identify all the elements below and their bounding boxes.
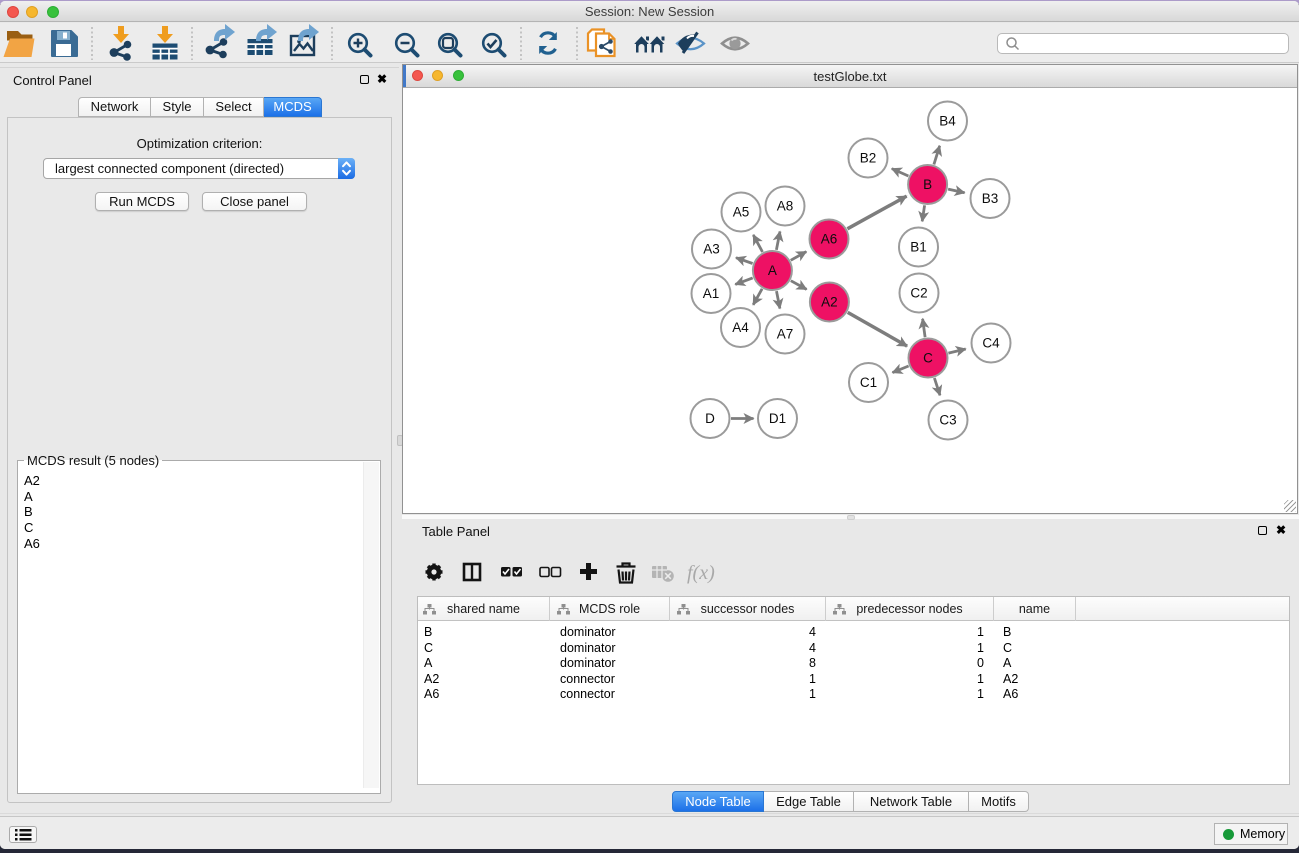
svg-text:C4: C4: [982, 336, 1000, 351]
svg-text:D1: D1: [769, 411, 786, 426]
svg-text:C3: C3: [939, 413, 956, 428]
svg-text:A3: A3: [703, 242, 720, 257]
svg-text:A1: A1: [703, 286, 720, 301]
svg-text:B: B: [923, 177, 932, 192]
svg-text:B1: B1: [910, 240, 927, 255]
svg-text:f(x): f(x): [687, 562, 715, 584]
svg-text:A6: A6: [821, 232, 838, 247]
svg-text:A4: A4: [732, 320, 749, 335]
svg-text:C2: C2: [910, 286, 927, 301]
svg-text:A2: A2: [821, 295, 838, 310]
svg-text:A7: A7: [777, 327, 794, 342]
svg-text:A5: A5: [733, 205, 750, 220]
svg-text:A8: A8: [777, 199, 794, 214]
svg-text:D: D: [705, 411, 715, 426]
svg-text:C1: C1: [860, 375, 877, 390]
svg-text:B4: B4: [939, 114, 956, 129]
svg-text:A: A: [768, 263, 777, 278]
svg-text:B3: B3: [982, 191, 999, 206]
svg-text:C: C: [923, 351, 933, 366]
svg-text:B2: B2: [860, 151, 877, 166]
